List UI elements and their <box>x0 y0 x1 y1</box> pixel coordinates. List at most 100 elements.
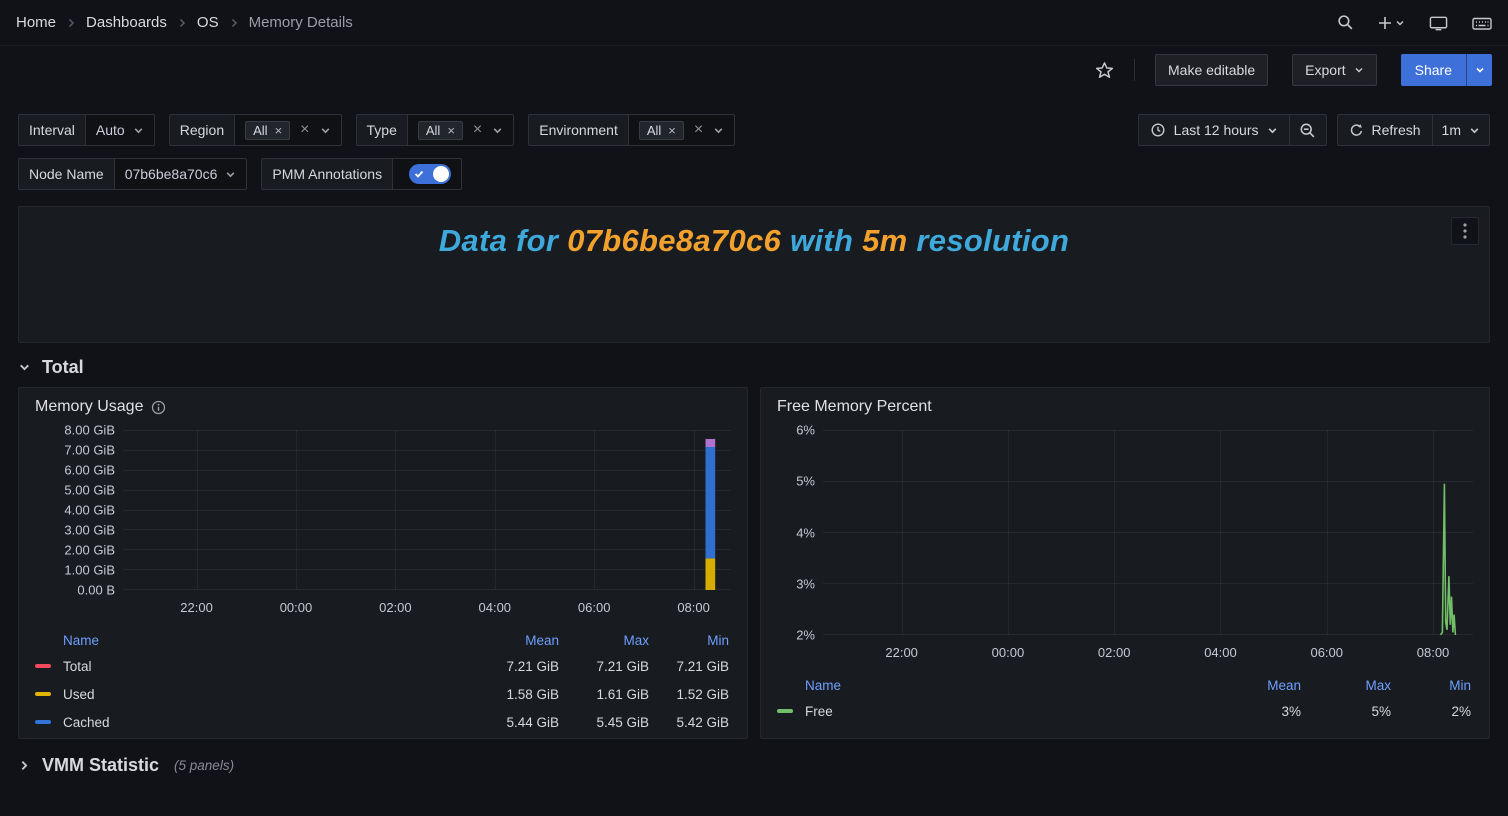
info-icon[interactable] <box>151 400 166 415</box>
legend-col-name[interactable]: Name <box>63 633 449 648</box>
share-caret-button[interactable] <box>1466 54 1492 86</box>
panel-body: 6%5%4%3%2% 22:0000:0002:0004:0006:0008:0… <box>761 426 1489 665</box>
y-axis: 6%5%4%3%2% <box>771 430 815 635</box>
share-split-button: Share <box>1401 54 1492 86</box>
series-name[interactable]: Total <box>63 659 449 674</box>
refresh-label: Refresh <box>1372 122 1421 138</box>
legend-col-max[interactable]: Max <box>559 633 649 648</box>
memory-usage-panel: Memory Usage 8.00 GiB7.00 GiB6.00 GiB5.0… <box>18 387 748 739</box>
legend-col-mean[interactable]: Mean <box>1191 678 1301 693</box>
chevron-down-icon <box>225 169 236 180</box>
filter-row-2: Node Name 07b6be8a70c6 PMM Annotations <box>18 158 1490 190</box>
legend-col-min[interactable]: Min <box>1391 678 1471 693</box>
clear-selection-icon[interactable]: × <box>694 122 703 138</box>
series-name[interactable]: Used <box>63 687 449 702</box>
chip-remove-icon[interactable]: × <box>447 124 455 137</box>
series-mean: 1.58 GiB <box>449 687 559 702</box>
export-button[interactable]: Export <box>1292 54 1376 86</box>
series-min: 7.21 GiB <box>649 659 729 674</box>
breadcrumb-item-dashboards[interactable]: Dashboards <box>86 14 167 31</box>
banner-segment: with <box>781 223 862 258</box>
legend-col-min[interactable]: Min <box>649 633 729 648</box>
chart-plot-area[interactable] <box>123 430 731 590</box>
chip-remove-icon[interactable]: × <box>275 124 283 137</box>
region-select[interactable]: All × × <box>234 114 341 146</box>
y-tick-label: 2% <box>796 628 815 643</box>
pmm-annotations-toggle[interactable] <box>409 164 451 184</box>
legend-row-used: Used 1.58 GiB 1.61 GiB 1.52 GiB <box>35 680 729 708</box>
chip-label: All <box>647 123 661 138</box>
section-panel-count: (5 panels) <box>174 758 234 773</box>
chevron-down-icon <box>320 125 331 136</box>
legend-col-name[interactable]: Name <box>805 678 1191 693</box>
panel-header: Free Memory Percent <box>761 388 1489 426</box>
y-tick-label: 3% <box>796 576 815 591</box>
keyboard-shortcuts-icon[interactable] <box>1472 15 1492 31</box>
time-range-label: Last 12 hours <box>1174 122 1259 138</box>
dashboard-filters: Interval Auto Region All × × Type All <box>0 94 1508 190</box>
panel-title[interactable]: Free Memory Percent <box>777 398 932 416</box>
section-total[interactable]: Total <box>18 357 1490 378</box>
region-label: Region <box>169 114 235 146</box>
search-icon[interactable] <box>1337 14 1354 31</box>
chevron-down-icon <box>1354 65 1364 75</box>
star-icon[interactable] <box>1095 61 1114 80</box>
interval-value: Auto <box>96 122 125 138</box>
series-max: 5.45 GiB <box>559 715 649 730</box>
type-chip-all[interactable]: All × <box>418 121 463 140</box>
chevron-down-icon <box>1267 125 1278 136</box>
zoom-out-button[interactable] <box>1289 114 1327 146</box>
refresh-interval-select[interactable]: 1m <box>1432 114 1490 146</box>
kiosk-mode-icon[interactable] <box>1429 15 1448 31</box>
y-tick-label: 8.00 GiB <box>64 423 115 438</box>
time-range-picker[interactable]: Last 12 hours <box>1138 114 1290 146</box>
refresh-button[interactable]: Refresh <box>1337 114 1433 146</box>
clear-selection-icon[interactable]: × <box>300 122 309 138</box>
add-new-button[interactable] <box>1378 16 1405 30</box>
x-tick-label: 06:00 <box>1310 645 1343 660</box>
make-editable-button[interactable]: Make editable <box>1155 54 1268 86</box>
x-axis: 22:0000:0002:0004:0006:0008:00 <box>823 643 1473 665</box>
node-name-filter: Node Name 07b6be8a70c6 <box>18 158 247 190</box>
series-swatch <box>777 709 793 713</box>
check-icon <box>414 169 424 179</box>
series-name[interactable]: Cached <box>63 715 449 730</box>
panel-menu-button[interactable] <box>1451 217 1479 245</box>
breadcrumb-item-os[interactable]: OS <box>197 14 219 31</box>
y-tick-label: 5% <box>796 474 815 489</box>
banner-node-id: 07b6be8a70c6 <box>567 223 781 258</box>
dashboard-toolbar: Make editable Export Share <box>0 46 1508 94</box>
region-chip-all[interactable]: All × <box>245 121 290 140</box>
chip-remove-icon[interactable]: × <box>668 124 676 137</box>
legend: Name Mean Max Min Total 7.21 GiB 7.21 Gi… <box>19 628 747 736</box>
resolution-banner-text: Data for 07b6be8a70c6 with 5m resolution <box>19 223 1489 259</box>
share-button[interactable]: Share <box>1401 54 1466 86</box>
type-select[interactable]: All × × <box>407 114 514 146</box>
environment-chip-all[interactable]: All × <box>639 121 684 140</box>
clear-selection-icon[interactable]: × <box>473 122 482 138</box>
legend-col-mean[interactable]: Mean <box>449 633 559 648</box>
environment-select[interactable]: All × × <box>628 114 735 146</box>
text-panel: Data for 07b6be8a70c6 with 5m resolution <box>18 206 1490 343</box>
chart-plot-area[interactable] <box>823 430 1473 635</box>
pmm-annotations-label: PMM Annotations <box>261 158 393 190</box>
interval-select[interactable]: Auto <box>85 114 155 146</box>
breadcrumb-item-home[interactable]: Home <box>16 14 56 31</box>
section-vmm-statistic[interactable]: VMM Statistic (5 panels) <box>18 755 1490 776</box>
export-button-label: Export <box>1305 62 1345 78</box>
panel-title[interactable]: Memory Usage <box>35 398 143 416</box>
chevron-down-icon <box>1475 65 1485 75</box>
pmm-annotations-control <box>392 158 462 190</box>
x-tick-label: 08:00 <box>677 600 710 615</box>
series-name[interactable]: Free <box>805 704 1191 719</box>
region-filter: Region All × × <box>169 114 342 146</box>
pmm-annotations-filter: PMM Annotations <box>261 158 462 190</box>
plot-column: 22:0000:0002:0004:0006:0008:00 <box>123 430 731 620</box>
series-mean: 7.21 GiB <box>449 659 559 674</box>
node-name-select[interactable]: 07b6be8a70c6 <box>114 158 248 190</box>
y-tick-label: 3.00 GiB <box>64 523 115 538</box>
refresh-controls: Refresh 1m <box>1337 114 1490 146</box>
y-tick-label: 4% <box>796 525 815 540</box>
legend-col-max[interactable]: Max <box>1301 678 1391 693</box>
panel-header: Memory Usage <box>19 388 747 426</box>
